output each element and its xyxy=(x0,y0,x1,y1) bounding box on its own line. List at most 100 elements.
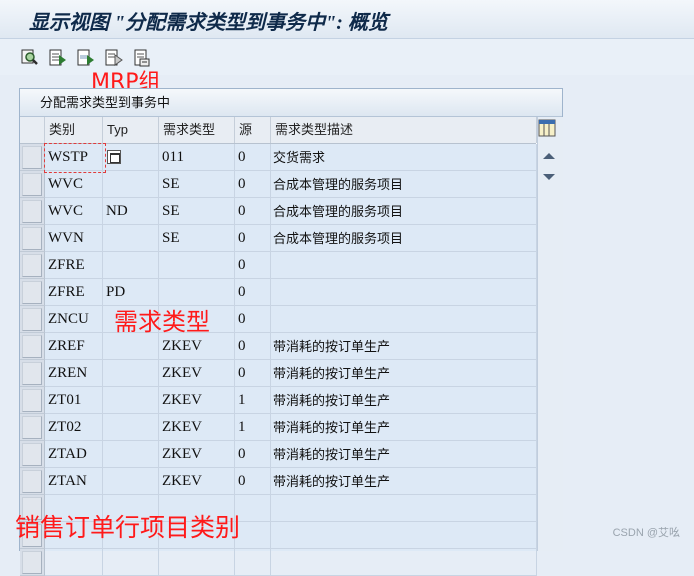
cell-col-requirement-type[interactable]: ZKEV xyxy=(159,441,235,468)
cell-col-requirement-type[interactable] xyxy=(159,549,235,576)
cell-col-source[interactable]: 0 xyxy=(235,360,271,387)
row-selector[interactable] xyxy=(20,171,45,198)
table-row[interactable]: ZREN ZKEV 0 带消耗的按订单生产 xyxy=(20,360,537,387)
table-row[interactable]: ZTAD ZKEV 0 带消耗的按订单生产 xyxy=(20,441,537,468)
cell-col-description[interactable]: 合成本管理的服务项目 xyxy=(271,171,537,198)
table-row[interactable]: ZT02 ZKEV 1 带消耗的按订单生产 xyxy=(20,414,537,441)
cell-col-category[interactable]: ZNCU xyxy=(45,306,103,333)
row-selector[interactable] xyxy=(20,144,45,171)
cell-col-description[interactable]: 带消耗的按订单生产 xyxy=(271,360,537,387)
cell-col-source[interactable] xyxy=(235,495,271,522)
cell-col-typ[interactable] xyxy=(103,468,159,495)
cell-col-requirement-type[interactable]: ZKEV xyxy=(159,333,235,360)
header-col-typ[interactable]: Typ xyxy=(103,117,159,143)
cell-col-typ[interactable]: ND xyxy=(103,198,159,225)
cell-col-category[interactable] xyxy=(45,549,103,576)
row-selector[interactable] xyxy=(20,387,45,414)
header-col-source[interactable]: 源 xyxy=(235,117,271,143)
table-row[interactable]: ZFRE PD 0 xyxy=(20,279,537,306)
select-all-corner[interactable] xyxy=(20,117,45,143)
cell-col-source[interactable] xyxy=(235,522,271,549)
cell-col-requirement-type[interactable]: ZKEV xyxy=(159,360,235,387)
row-selector[interactable] xyxy=(20,468,45,495)
cell-col-typ[interactable] xyxy=(103,171,159,198)
row-selector[interactable] xyxy=(20,306,45,333)
cell-col-source[interactable]: 0 xyxy=(235,333,271,360)
table-row[interactable]: WVC ND SE 0 合成本管理的服务项目 xyxy=(20,198,537,225)
cell-col-category[interactable]: ZFRE xyxy=(45,252,103,279)
scroll-down-icon[interactable] xyxy=(543,174,555,180)
cell-col-typ[interactable] xyxy=(103,333,159,360)
cell-col-typ[interactable] xyxy=(103,225,159,252)
vertical-scrollbar[interactable] xyxy=(537,117,563,551)
cell-col-requirement-type[interactable]: SE xyxy=(159,225,235,252)
cell-col-requirement-type[interactable]: ZKEV xyxy=(159,414,235,441)
cell-col-category[interactable]: ZT02 xyxy=(45,414,103,441)
select-all-button[interactable] xyxy=(47,47,69,69)
cell-col-category[interactable]: ZFRE xyxy=(45,279,103,306)
cell-col-source[interactable]: 0 xyxy=(235,225,271,252)
cell-col-requirement-type[interactable]: ZKEV xyxy=(159,468,235,495)
cell-col-description[interactable] xyxy=(271,549,537,576)
cell-col-source[interactable]: 0 xyxy=(235,198,271,225)
cell-col-description[interactable]: 带消耗的按订单生产 xyxy=(271,468,537,495)
cell-col-category[interactable]: WVC xyxy=(45,171,103,198)
column-config-button[interactable] xyxy=(538,119,556,137)
table-row[interactable]: WVC SE 0 合成本管理的服务项目 xyxy=(20,171,537,198)
cell-col-requirement-type[interactable] xyxy=(159,252,235,279)
details-button[interactable] xyxy=(19,47,41,69)
row-selector[interactable] xyxy=(20,360,45,387)
search-help-icon[interactable] xyxy=(107,150,121,164)
cell-col-category[interactable]: WVN xyxy=(45,225,103,252)
cell-col-source[interactable]: 0 xyxy=(235,468,271,495)
row-selector[interactable] xyxy=(20,549,45,576)
table-row[interactable]: WVN SE 0 合成本管理的服务项目 xyxy=(20,225,537,252)
cell-col-source[interactable]: 0 xyxy=(235,144,271,171)
cell-col-category[interactable]: ZREF xyxy=(45,333,103,360)
cell-col-description[interactable] xyxy=(271,522,537,549)
cell-col-source[interactable]: 0 xyxy=(235,171,271,198)
row-selector[interactable] xyxy=(20,252,45,279)
cell-col-description[interactable]: 带消耗的按订单生产 xyxy=(271,441,537,468)
cell-col-source[interactable]: 0 xyxy=(235,306,271,333)
cell-col-requirement-type[interactable]: SE xyxy=(159,171,235,198)
header-col-description[interactable]: 需求类型描述 xyxy=(271,117,537,143)
row-selector[interactable] xyxy=(20,279,45,306)
cell-col-description[interactable]: 合成本管理的服务项目 xyxy=(271,225,537,252)
cell-col-typ[interactable] xyxy=(103,441,159,468)
header-col-requirement-type[interactable]: 需求类型 xyxy=(159,117,235,143)
cell-col-description[interactable] xyxy=(271,279,537,306)
cell-col-category[interactable]: ZT01 xyxy=(45,387,103,414)
cell-col-description[interactable] xyxy=(271,306,537,333)
cell-col-source[interactable]: 0 xyxy=(235,252,271,279)
table-row[interactable]: ZTAN ZKEV 0 带消耗的按订单生产 xyxy=(20,468,537,495)
cell-col-description[interactable]: 合成本管理的服务项目 xyxy=(271,198,537,225)
cell-col-description[interactable]: 带消耗的按订单生产 xyxy=(271,387,537,414)
cell-col-typ[interactable] xyxy=(103,252,159,279)
row-selector[interactable] xyxy=(20,414,45,441)
cell-col-typ[interactable] xyxy=(103,549,159,576)
cell-col-requirement-type[interactable]: 011 xyxy=(159,144,235,171)
cell-col-source[interactable]: 1 xyxy=(235,414,271,441)
table-row[interactable]: ZFRE 0 xyxy=(20,252,537,279)
cell-col-description[interactable]: 带消耗的按订单生产 xyxy=(271,414,537,441)
cell-col-typ[interactable] xyxy=(103,360,159,387)
cell-col-category[interactable]: ZREN xyxy=(45,360,103,387)
cell-col-requirement-type[interactable]: ZKEV xyxy=(159,387,235,414)
cell-col-category[interactable]: ZTAD xyxy=(45,441,103,468)
cell-col-description[interactable]: 交货需求 xyxy=(271,144,537,171)
cell-col-source[interactable] xyxy=(235,549,271,576)
cell-col-description[interactable] xyxy=(271,252,537,279)
cell-col-requirement-type[interactable]: SE xyxy=(159,198,235,225)
cell-col-description[interactable]: 带消耗的按订单生产 xyxy=(271,333,537,360)
row-selector[interactable] xyxy=(20,198,45,225)
table-row[interactable]: ZT01 ZKEV 1 带消耗的按订单生产 xyxy=(20,387,537,414)
table-row[interactable]: ZREF ZKEV 0 带消耗的按订单生产 xyxy=(20,333,537,360)
scroll-up-icon[interactable] xyxy=(543,153,555,159)
cell-col-category[interactable]: WVC xyxy=(45,198,103,225)
cell-col-typ[interactable] xyxy=(103,414,159,441)
cell-col-category[interactable]: ZTAN xyxy=(45,468,103,495)
cell-col-source[interactable]: 0 xyxy=(235,441,271,468)
table-row[interactable] xyxy=(20,549,537,576)
cell-col-source[interactable]: 1 xyxy=(235,387,271,414)
